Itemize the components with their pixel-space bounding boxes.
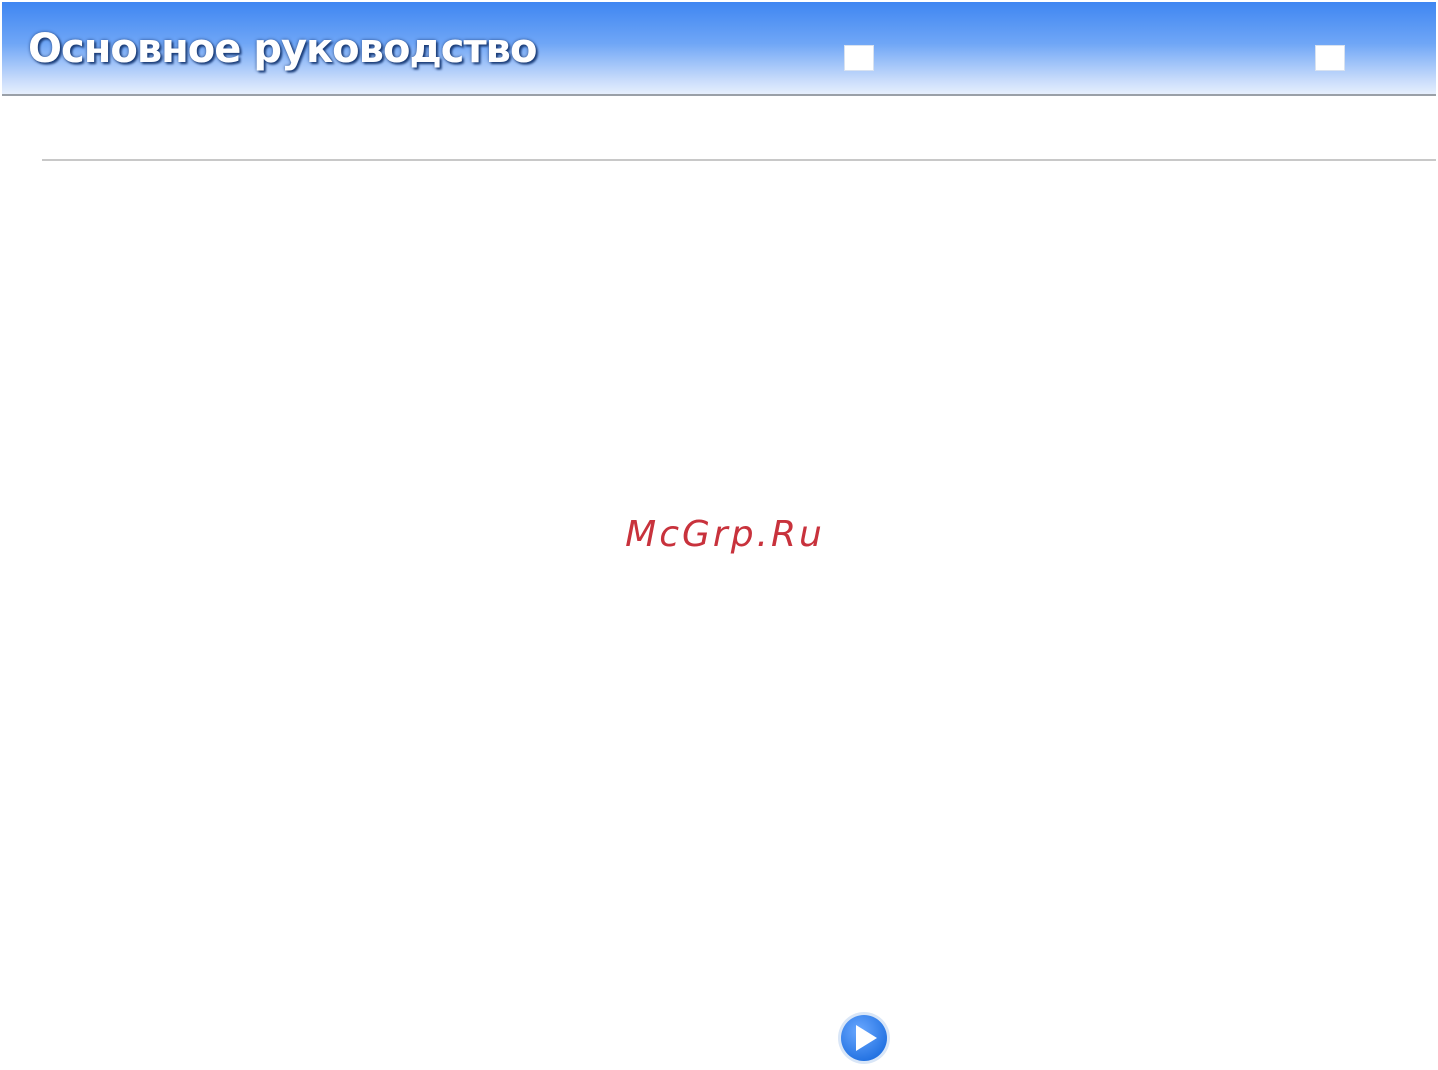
header-banner: Основное руководство <box>2 2 1436 96</box>
next-page-button[interactable] <box>836 1010 892 1066</box>
watermark-text: McGrp.Ru <box>625 514 825 555</box>
manual-page: Основное руководство McGrp.Ru <box>0 0 1438 1070</box>
header-nav-button-left[interactable] <box>844 45 874 71</box>
divider-line <box>42 159 1436 161</box>
arrow-right-circle-icon <box>838 1012 890 1064</box>
page-title: Основное руководство <box>28 26 537 72</box>
header-nav-button-right[interactable] <box>1315 45 1345 71</box>
